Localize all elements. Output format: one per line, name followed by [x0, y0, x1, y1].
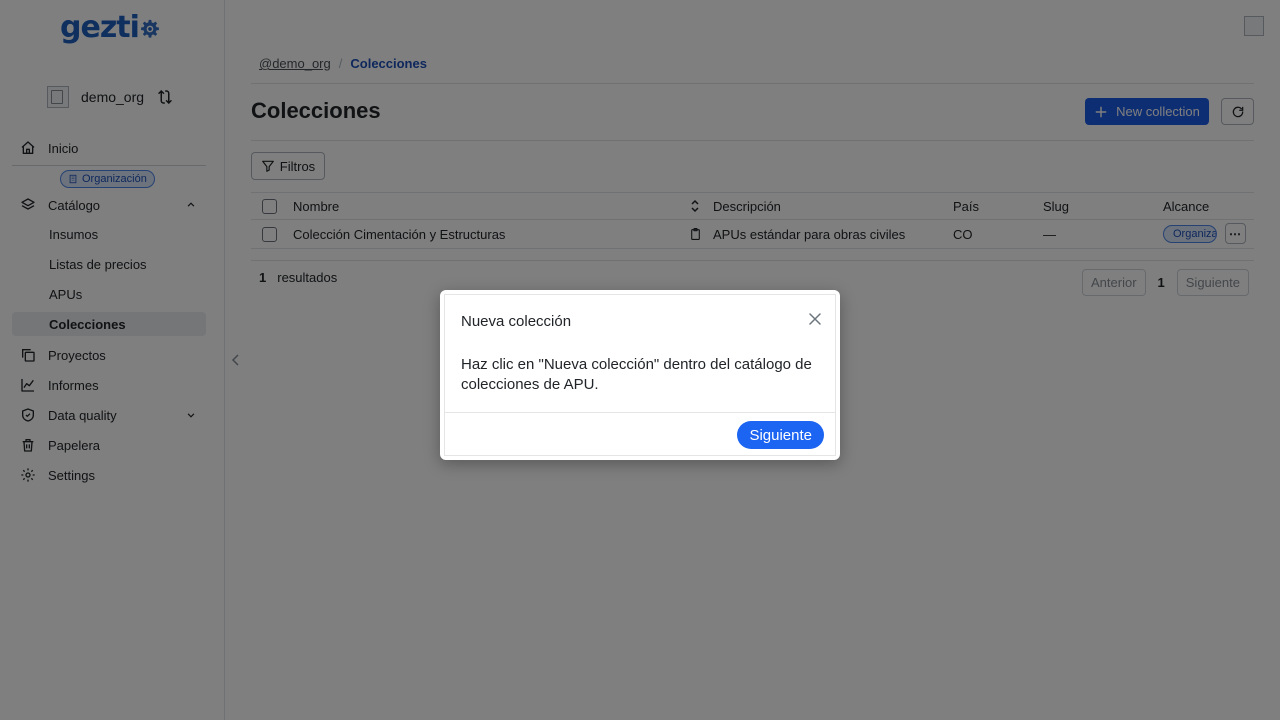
dialog-footer: Siguiente	[445, 412, 835, 455]
tour-dialog: Nueva colección Haz clic en "Nueva colec…	[440, 290, 840, 460]
dialog-title: Nueva colección	[461, 313, 572, 330]
tour-dialog-content: Nueva colección Haz clic en "Nueva colec…	[444, 294, 836, 456]
dialog-body: Haz clic en "Nueva colección" dentro del…	[461, 356, 812, 393]
close-icon	[809, 313, 821, 325]
close-button[interactable]	[805, 309, 825, 329]
next-step-button[interactable]: Siguiente	[737, 421, 824, 449]
